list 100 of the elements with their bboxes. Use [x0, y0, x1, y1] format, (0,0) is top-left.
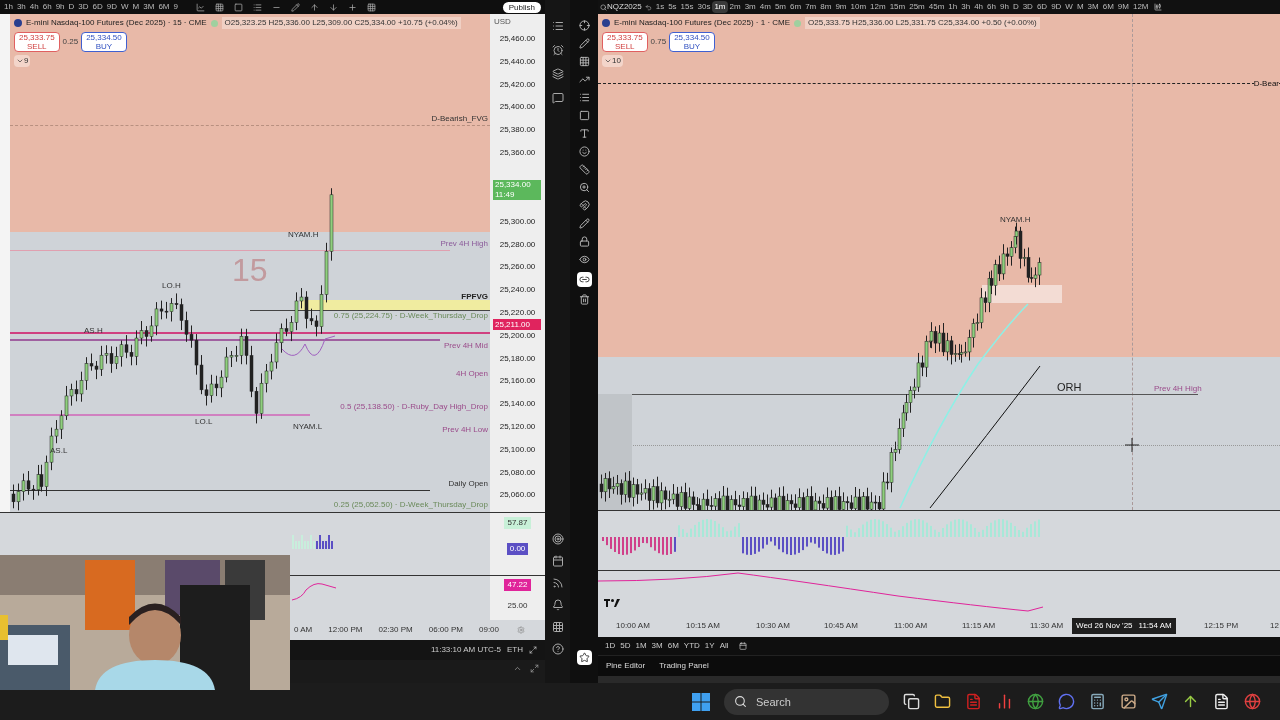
- timeframe-tab[interactable]: 9h: [53, 1, 67, 13]
- pdf-icon[interactable]: [965, 693, 982, 710]
- timeframe-tab[interactable]: 6M: [156, 1, 172, 13]
- fullscreen-icon[interactable]: [529, 646, 537, 654]
- panel-tab[interactable]: Pine Editor: [606, 660, 646, 672]
- indicators-toggle[interactable]: 9: [14, 55, 31, 67]
- range-button[interactable]: 1Y: [703, 640, 716, 652]
- lock-icon[interactable]: [578, 236, 590, 247]
- alarm-clock-icon[interactable]: [551, 44, 564, 56]
- pencil-icon[interactable]: [290, 2, 300, 12]
- arrow-up-icon[interactable]: [309, 2, 319, 12]
- timeframe-tab[interactable]: 9m: [833, 1, 849, 13]
- indicators-toggle[interactable]: 10: [602, 55, 623, 67]
- news-feed-icon[interactable]: [551, 577, 564, 589]
- timeframe-tab[interactable]: 15s: [678, 1, 696, 13]
- range-button[interactable]: 6M: [666, 640, 680, 652]
- timeframe-tab[interactable]: 3M: [141, 1, 157, 13]
- apps-grid-icon[interactable]: [551, 621, 564, 633]
- target-icon[interactable]: [551, 533, 564, 545]
- favorites-button[interactable]: [576, 650, 592, 665]
- range-button[interactable]: 5D: [619, 640, 632, 652]
- timeframe-tab[interactable]: 1h: [946, 1, 960, 13]
- timeframe-tab[interactable]: 6D: [1034, 1, 1050, 13]
- eye-icon[interactable]: [578, 254, 590, 265]
- timeframe-tab[interactable]: 3D: [1020, 1, 1035, 13]
- session-label[interactable]: ETH: [507, 644, 523, 656]
- timeframe-tab[interactable]: 3m: [742, 1, 758, 13]
- timeframe-tab[interactable]: 9: [171, 1, 180, 13]
- candles-icon[interactable]: [1153, 3, 1162, 11]
- timeframe-tab[interactable]: 8m: [818, 1, 834, 13]
- timeframe-tab[interactable]: 30s: [695, 1, 713, 13]
- timeframe-tab[interactable]: 6D: [90, 1, 105, 13]
- ruler-icon[interactable]: [578, 164, 590, 175]
- timeframe-tab[interactable]: 4h: [27, 1, 41, 13]
- timeframe-tab[interactable]: 1s: [653, 1, 667, 13]
- publish-button[interactable]: Publish: [502, 1, 541, 13]
- windows-logo-icon[interactable]: [692, 692, 710, 711]
- list-icon[interactable]: [252, 2, 262, 12]
- range-button[interactable]: YTD: [682, 640, 701, 652]
- browser-icon[interactable]: [1027, 693, 1044, 710]
- range-button[interactable]: 3M: [650, 640, 664, 652]
- timeframe-tab[interactable]: 7m: [803, 1, 819, 13]
- timeframe-tab[interactable]: 1m: [712, 1, 728, 13]
- timeframe-tab[interactable]: 9h: [997, 1, 1011, 13]
- timeframe-tab[interactable]: 5m: [772, 1, 789, 13]
- timeframe-tab[interactable]: 2m: [727, 1, 743, 13]
- grid-icon[interactable]: [214, 2, 224, 12]
- zoom-in-icon[interactable]: [578, 182, 590, 193]
- timeframe-tab[interactable]: 1h: [2, 1, 15, 13]
- range-button[interactable]: 1M: [634, 640, 648, 652]
- grid-tool-icon[interactable]: [578, 56, 590, 67]
- timeframe-tab[interactable]: 15m: [887, 1, 908, 13]
- timeframe-tab[interactable]: M: [1074, 1, 1086, 13]
- timeframe-tab[interactable]: 6M: [1100, 1, 1116, 13]
- timeframe-tab[interactable]: 3M: [1085, 1, 1101, 13]
- timeframe-tab[interactable]: 6m: [788, 1, 804, 13]
- range-button[interactable]: 1D: [604, 640, 617, 652]
- symbol-search[interactable]: NQZ2025: [607, 1, 642, 13]
- timeframe-tab[interactable]: 4h: [972, 1, 986, 13]
- timeframe-tab[interactable]: 5s: [666, 1, 679, 13]
- magnet-icon[interactable]: [578, 200, 590, 211]
- panel-tab[interactable]: Trading Panel: [659, 660, 709, 672]
- arrow-down-icon[interactable]: [328, 2, 338, 12]
- range-button[interactable]: All: [718, 640, 730, 652]
- upload-icon[interactable]: [1182, 693, 1199, 710]
- calendar-icon[interactable]: [551, 555, 564, 567]
- browser-icon[interactable]: [1244, 693, 1261, 710]
- sell-button[interactable]: 25,333.75 SELL: [14, 32, 60, 52]
- watchlist-icon[interactable]: [551, 20, 564, 32]
- timeframe-tab[interactable]: 9D: [1049, 1, 1064, 13]
- timeframe-tab[interactable]: 9M: [1115, 1, 1131, 13]
- timeframe-tab[interactable]: 45m: [926, 1, 947, 13]
- folder-icon[interactable]: [934, 693, 951, 710]
- timeframe-tab[interactable]: 10m: [848, 1, 869, 13]
- timeframe-tab[interactable]: 12M: [1130, 1, 1151, 13]
- timeframe-tab[interactable]: 25m: [907, 1, 927, 13]
- notes-icon[interactable]: [1213, 693, 1230, 710]
- trend-line-icon[interactable]: [195, 2, 205, 12]
- trash-icon[interactable]: [578, 294, 590, 305]
- timeframe-tab[interactable]: 9D: [104, 1, 119, 13]
- chat-icon[interactable]: [551, 92, 564, 104]
- chat-app-icon[interactable]: [1058, 693, 1075, 710]
- smile-icon[interactable]: [578, 146, 590, 157]
- text-icon[interactable]: [578, 128, 590, 139]
- send-icon[interactable]: [1151, 693, 1168, 710]
- timeframe-tab[interactable]: 3h: [959, 1, 973, 13]
- timeframe-tab[interactable]: 12m: [868, 1, 888, 13]
- timeframe-tab[interactable]: D: [1010, 1, 1021, 13]
- timeframe-tab[interactable]: D: [66, 1, 77, 13]
- shape-icon[interactable]: [578, 110, 590, 121]
- timeframe-tab[interactable]: 6h: [985, 1, 998, 13]
- maximize-icon[interactable]: [530, 664, 539, 673]
- search-field[interactable]: Search: [724, 688, 889, 715]
- image-app-icon[interactable]: [1120, 693, 1137, 710]
- sell-button[interactable]: 25,333.75 SELL: [602, 32, 648, 52]
- bell-icon[interactable]: [551, 599, 564, 611]
- chevron-up-icon[interactable]: [513, 664, 522, 673]
- buy-button[interactable]: 25,334.50 BUY: [669, 32, 715, 52]
- help-icon[interactable]: [551, 643, 564, 655]
- timeframe-tab[interactable]: 6h: [40, 1, 54, 13]
